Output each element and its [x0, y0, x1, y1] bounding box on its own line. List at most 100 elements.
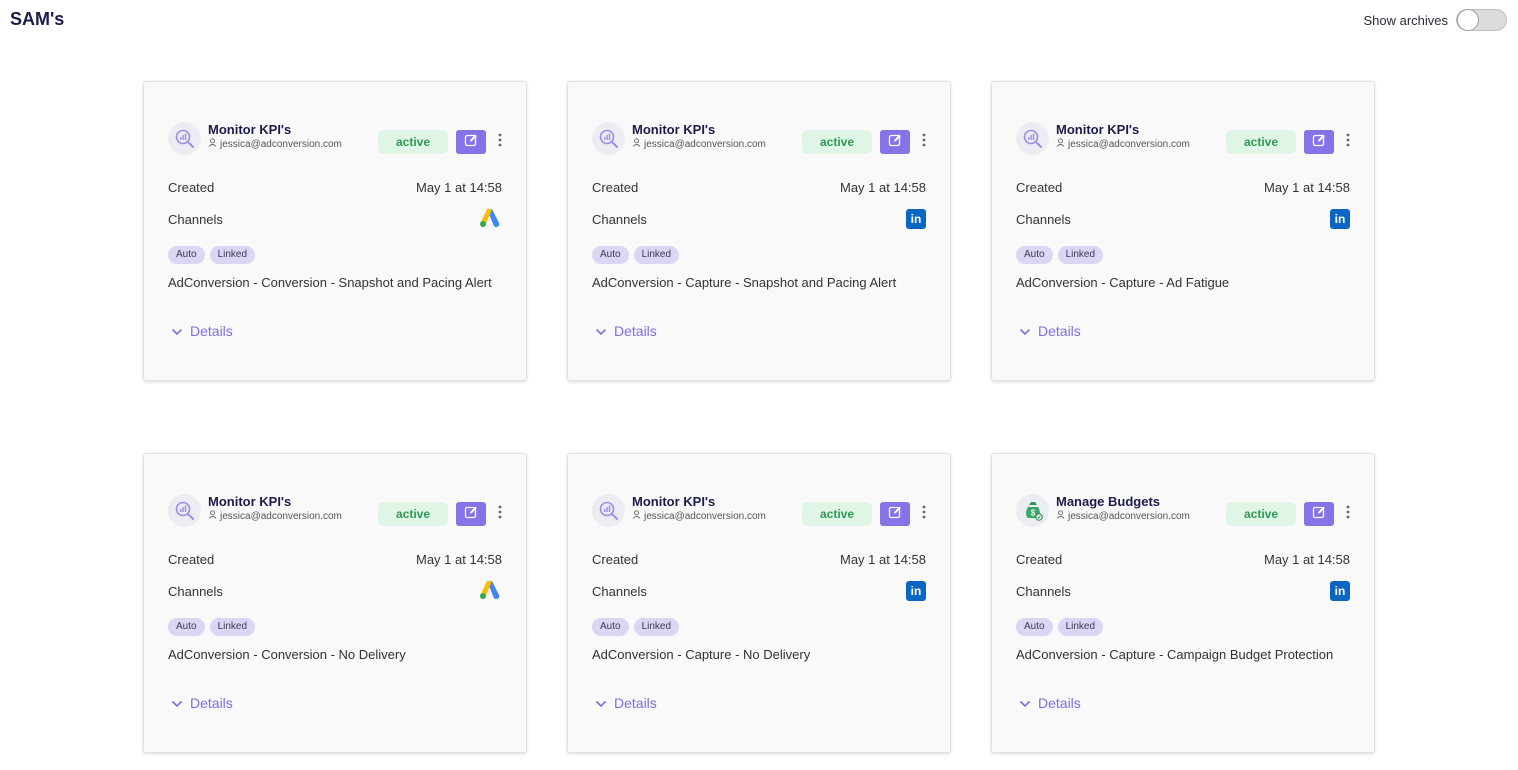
channels-label: Channels — [168, 211, 223, 227]
more-vertical-icon — [498, 133, 502, 152]
details-label: Details — [1038, 695, 1081, 711]
tag-badge: Auto — [168, 246, 205, 264]
more-options-button[interactable] — [494, 502, 506, 526]
created-row: Created May 1 at 14:58 — [168, 552, 502, 567]
created-value: May 1 at 14:58 — [840, 180, 926, 195]
card-owner: jessica@adconversion.com — [632, 510, 766, 522]
tag-list: Auto Linked — [1016, 618, 1104, 636]
linkedin-icon: in — [906, 209, 926, 229]
linkedin-icon: in — [906, 581, 926, 601]
kpi-search-icon — [168, 122, 201, 155]
channels-label: Channels — [592, 211, 647, 227]
details-toggle[interactable]: Details — [1019, 323, 1081, 339]
chevron-down-icon — [1019, 323, 1031, 339]
automation-grid: Monitor KPI's jessica@adconversion.com act… — [143, 81, 1375, 753]
card-description: AdConversion - Capture - Campaign Budget… — [1016, 647, 1334, 662]
details-toggle[interactable]: Details — [171, 695, 233, 711]
automation-card: Monitor KPI's jessica@adconversion.com act… — [567, 453, 951, 753]
details-toggle[interactable]: Details — [595, 695, 657, 711]
created-label: Created — [592, 552, 639, 567]
automation-card: $ Manage Budgets jessica@adconversion.com a… — [991, 453, 1375, 753]
more-options-button[interactable] — [918, 502, 930, 526]
more-options-button[interactable] — [1342, 130, 1354, 154]
tag-badge: Auto — [1016, 618, 1053, 636]
channels-row: Channels in — [1016, 580, 1350, 602]
tag-list: Auto Linked — [592, 618, 680, 636]
tag-badge: Auto — [592, 618, 629, 636]
created-label: Created — [168, 552, 215, 567]
kpi-search-icon — [168, 494, 201, 527]
tag-badge: Linked — [209, 618, 256, 636]
user-icon — [208, 138, 217, 150]
user-icon — [1056, 138, 1065, 150]
show-archives-label: Show archives — [1363, 12, 1448, 28]
status-badge: active — [802, 130, 872, 154]
user-icon — [632, 510, 641, 522]
edit-button[interactable] — [456, 502, 486, 526]
show-archives-control: Show archives — [1363, 9, 1507, 31]
details-toggle[interactable]: Details — [1019, 695, 1081, 711]
show-archives-toggle[interactable] — [1456, 9, 1507, 31]
card-header: Monitor KPI's jessica@adconversion.com act… — [168, 122, 510, 156]
more-options-button[interactable] — [1342, 502, 1354, 526]
status-badge: active — [1226, 502, 1296, 526]
created-label: Created — [592, 180, 639, 195]
more-vertical-icon — [498, 505, 502, 524]
more-options-button[interactable] — [918, 130, 930, 154]
card-owner: jessica@adconversion.com — [208, 138, 342, 150]
created-row: Created May 1 at 14:58 — [168, 180, 502, 195]
details-toggle[interactable]: Details — [171, 323, 233, 339]
status-badge: active — [802, 502, 872, 526]
card-header: Monitor KPI's jessica@adconversion.com act… — [168, 494, 510, 528]
google-ads-icon — [478, 207, 502, 232]
tag-badge: Linked — [209, 246, 256, 264]
card-description: AdConversion - Capture - Snapshot and Pa… — [592, 275, 897, 290]
channels-row: Channels in — [1016, 208, 1350, 230]
card-title: Monitor KPI's — [632, 122, 716, 137]
card-owner: jessica@adconversion.com — [632, 138, 766, 150]
created-label: Created — [1016, 552, 1063, 567]
more-vertical-icon — [1346, 505, 1350, 524]
linkedin-icon: in — [1330, 209, 1350, 229]
edit-icon — [1312, 133, 1326, 152]
card-owner: jessica@adconversion.com — [1056, 138, 1190, 150]
tag-badge: Auto — [168, 618, 205, 636]
card-description: AdConversion - Capture - No Delivery — [592, 647, 811, 662]
tag-badge: Linked — [633, 246, 680, 264]
user-icon — [632, 138, 641, 150]
card-title: Manage Budgets — [1056, 494, 1161, 509]
google-ads-icon — [478, 579, 502, 604]
edit-button[interactable] — [1304, 130, 1334, 154]
tag-list: Auto Linked — [168, 246, 256, 264]
tag-badge: Auto — [1016, 246, 1053, 264]
linkedin-icon: in — [1330, 581, 1350, 601]
created-label: Created — [168, 180, 215, 195]
owner-email: jessica@adconversion.com — [220, 138, 342, 150]
toggle-knob — [1457, 9, 1479, 31]
more-options-button[interactable] — [494, 130, 506, 154]
automation-card: Monitor KPI's jessica@adconversion.com act… — [143, 453, 527, 753]
kpi-search-icon — [1016, 122, 1049, 155]
tag-list: Auto Linked — [168, 618, 256, 636]
created-label: Created — [1016, 180, 1063, 195]
chevron-down-icon — [595, 695, 607, 711]
created-value: May 1 at 14:58 — [840, 552, 926, 567]
details-toggle[interactable]: Details — [595, 323, 657, 339]
user-icon — [1056, 510, 1065, 522]
created-row: Created May 1 at 14:58 — [1016, 180, 1350, 195]
edit-icon — [1312, 505, 1326, 524]
card-header: $ Manage Budgets jessica@adconversion.com a… — [1016, 494, 1358, 528]
chevron-down-icon — [171, 695, 183, 711]
channels-label: Channels — [592, 583, 647, 599]
edit-button[interactable] — [456, 130, 486, 154]
card-owner: jessica@adconversion.com — [1056, 510, 1190, 522]
edit-button[interactable] — [880, 502, 910, 526]
status-badge: active — [378, 130, 448, 154]
more-vertical-icon — [1346, 133, 1350, 152]
edit-button[interactable] — [880, 130, 910, 154]
created-value: May 1 at 14:58 — [1264, 180, 1350, 195]
edit-button[interactable] — [1304, 502, 1334, 526]
details-label: Details — [190, 323, 233, 339]
created-value: May 1 at 14:58 — [1264, 552, 1350, 567]
channels-row: Channels in — [592, 580, 926, 602]
